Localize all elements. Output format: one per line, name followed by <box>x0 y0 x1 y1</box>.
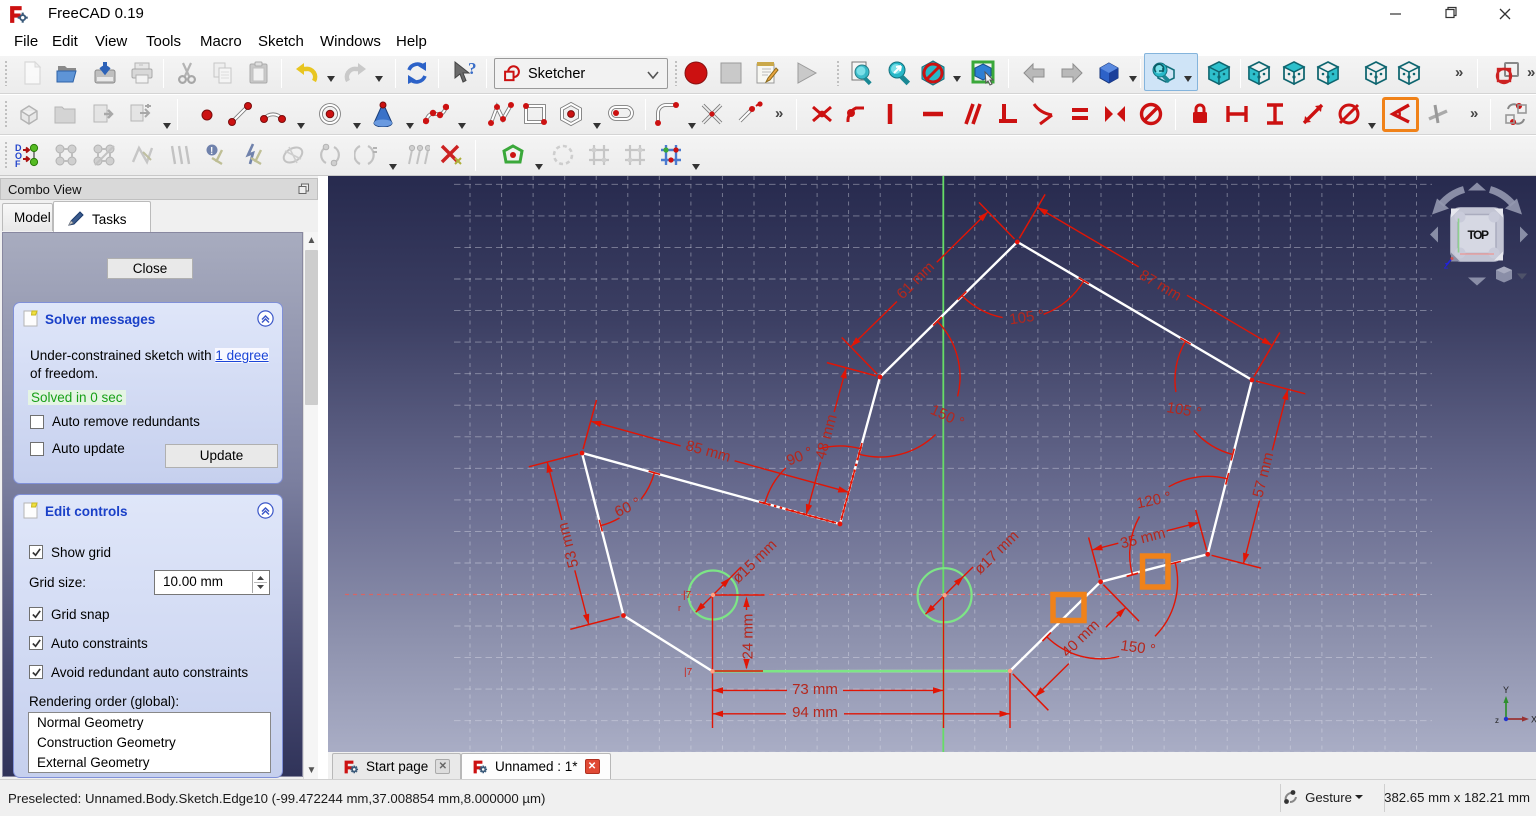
svg-text:z: z <box>1443 261 1449 272</box>
svg-text:94 mm: 94 mm <box>792 704 838 721</box>
svg-text:|7: |7 <box>683 590 692 601</box>
svg-text:Y: Y <box>1503 685 1509 695</box>
svg-text:73 mm: 73 mm <box>792 681 838 698</box>
svg-text:24 mm: 24 mm <box>739 614 756 660</box>
svg-text:|7: |7 <box>684 667 693 678</box>
svg-text:z: z <box>1495 716 1499 725</box>
svg-text:r: r <box>678 603 681 613</box>
svg-text:TOP: TOP <box>1468 228 1489 242</box>
svg-text:X: X <box>1531 715 1536 725</box>
